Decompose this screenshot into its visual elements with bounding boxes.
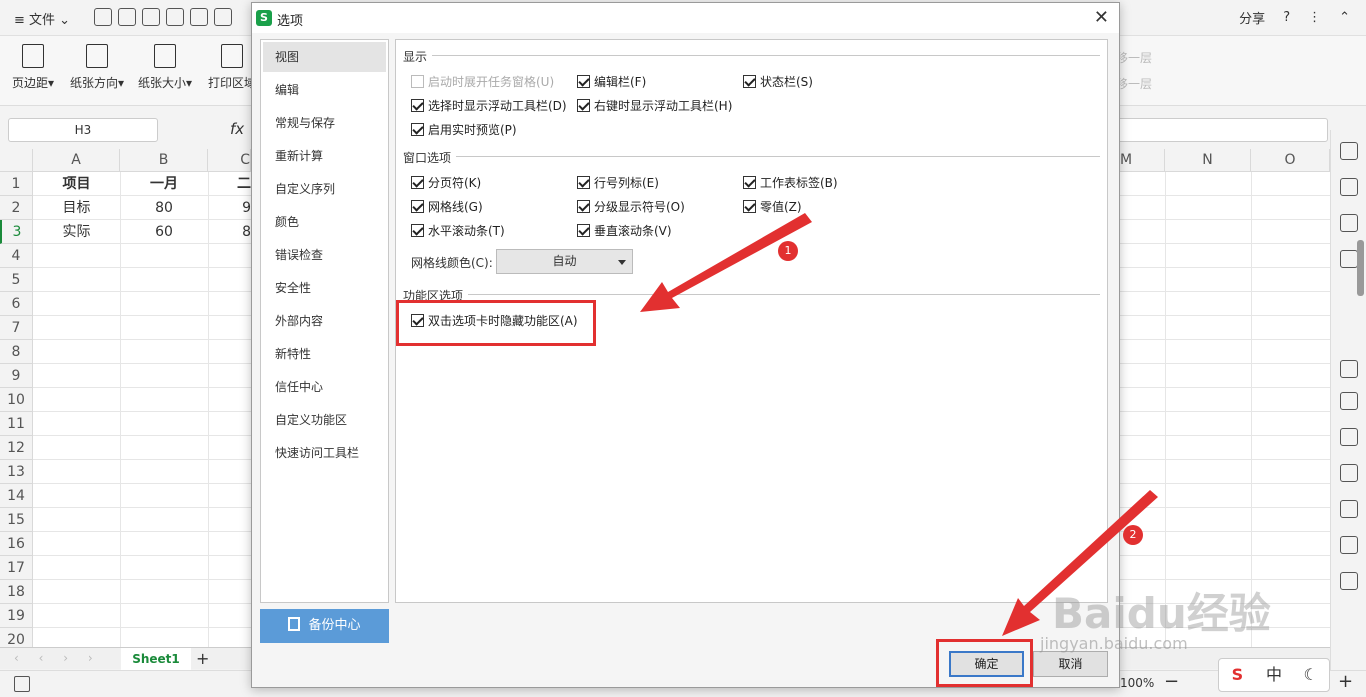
baidu-watermark: Baidu经验 [1052, 589, 1271, 638]
sogou-logo-icon[interactable]: S [1219, 659, 1256, 691]
watermark-url: jingyan.baidu.com [1040, 634, 1188, 653]
arrow-to-ribbon-option [640, 213, 812, 312]
moon-icon[interactable]: ☾ [1292, 659, 1329, 691]
ime-mode-toggle[interactable]: 中 [1256, 659, 1293, 691]
ime-toolbar: S 中 ☾ [1218, 658, 1330, 692]
